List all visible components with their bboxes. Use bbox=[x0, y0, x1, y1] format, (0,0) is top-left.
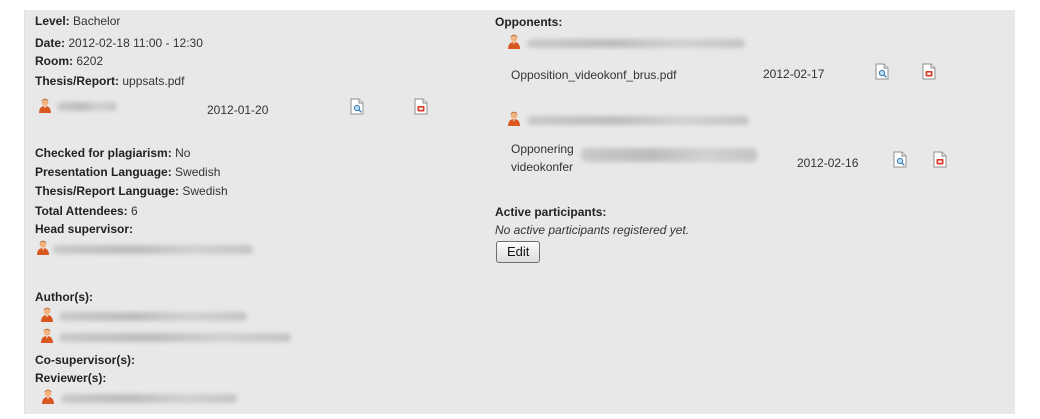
reviewer-name-blurred bbox=[61, 394, 237, 403]
active-participants-label: Active participants: bbox=[495, 205, 607, 219]
report-language-label: Thesis/Report Language: bbox=[35, 184, 180, 198]
date-row: Date: 2012-02-18 11:00 - 12:30 bbox=[35, 36, 203, 50]
opposition-file-link-line2[interactable]: videokonfer bbox=[511, 160, 573, 174]
person-icon bbox=[36, 240, 50, 255]
plagiarism-label: Checked for plagiarism: bbox=[35, 146, 172, 160]
view-document-icon[interactable] bbox=[350, 98, 364, 115]
level-row: Level: Bachelor bbox=[35, 14, 120, 28]
plagiarism-value: No bbox=[175, 146, 191, 160]
opposition-filename-blurred bbox=[581, 148, 757, 162]
thesis-label: Thesis/Report: bbox=[35, 74, 120, 88]
room-row: Room: 6202 bbox=[35, 54, 103, 68]
room-label: Room: bbox=[35, 54, 73, 68]
opposition-date: 2012-02-17 bbox=[763, 67, 825, 81]
authors-label: Author(s): bbox=[35, 290, 93, 304]
report-language-value: Swedish bbox=[182, 184, 228, 198]
date-label: Date: bbox=[35, 36, 66, 50]
active-participants-note: No active participants registered yet. bbox=[495, 223, 690, 237]
pdf-download-icon[interactable] bbox=[933, 151, 947, 168]
opposition-date: 2012-02-16 bbox=[797, 156, 859, 170]
person-icon bbox=[507, 111, 521, 126]
head-supervisor-name-blurred bbox=[53, 245, 253, 254]
opponent-name-blurred bbox=[527, 39, 745, 48]
level-value: Bachelor bbox=[73, 14, 121, 28]
view-document-icon[interactable] bbox=[875, 63, 889, 80]
opposition-file-link-line1[interactable]: Opponering bbox=[511, 142, 574, 156]
opposition-file-link[interactable]: Opposition_videokonf_brus.pdf bbox=[511, 68, 676, 82]
reviewer-label: Reviewer(s): bbox=[35, 371, 107, 385]
pdf-download-icon[interactable] bbox=[414, 98, 428, 115]
person-icon bbox=[41, 389, 55, 404]
head-supervisor-label: Head supervisor: bbox=[35, 222, 134, 236]
author-name-blurred bbox=[59, 333, 291, 342]
level-label: Level: bbox=[35, 14, 70, 28]
author-name-blurred bbox=[59, 312, 247, 321]
attendees-value: 6 bbox=[131, 204, 138, 218]
person-icon bbox=[40, 328, 54, 343]
thesis-row: Thesis/Report: uppsats.pdf bbox=[35, 74, 184, 88]
submitter-name-blurred bbox=[57, 102, 117, 111]
presentation-language-value: Swedish bbox=[175, 165, 221, 179]
submission-date: 2012-01-20 bbox=[207, 103, 269, 117]
co-supervisor-label: Co-supervisor(s): bbox=[35, 353, 136, 367]
presentation-language-row: Presentation Language: Swedish bbox=[35, 165, 220, 179]
date-value: 2012-02-18 11:00 - 12:30 bbox=[68, 36, 203, 50]
attendees-label: Total Attendees: bbox=[35, 204, 128, 218]
presentation-language-label: Presentation Language: bbox=[35, 165, 172, 179]
report-language-row: Thesis/Report Language: Swedish bbox=[35, 184, 228, 198]
opponent-name-blurred bbox=[527, 116, 749, 125]
defense-details-panel: Level: Bachelor Date: 2012-02-18 11:00 -… bbox=[24, 10, 1015, 414]
pdf-download-icon[interactable] bbox=[922, 63, 936, 80]
person-icon bbox=[38, 98, 52, 113]
person-icon bbox=[40, 307, 54, 322]
view-document-icon[interactable] bbox=[893, 151, 907, 168]
opponents-label: Opponents: bbox=[495, 15, 563, 29]
person-icon bbox=[507, 34, 521, 49]
attendees-row: Total Attendees: 6 bbox=[35, 204, 138, 218]
room-value: 6202 bbox=[76, 54, 104, 68]
plagiarism-row: Checked for plagiarism: No bbox=[35, 146, 190, 160]
thesis-file-link[interactable]: uppsats.pdf bbox=[122, 74, 184, 88]
edit-button[interactable]: Edit bbox=[496, 241, 541, 263]
